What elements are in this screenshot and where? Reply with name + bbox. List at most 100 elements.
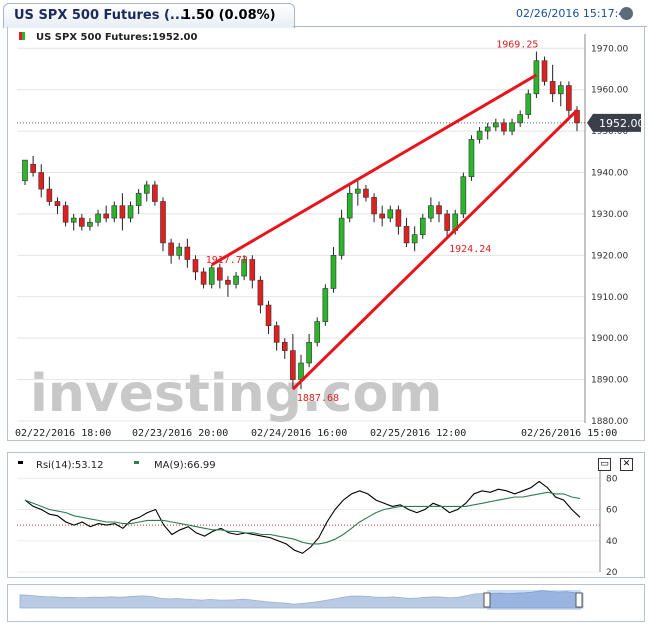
candle-body <box>62 205 69 223</box>
close-panel-button[interactable]: ✕ <box>620 458 633 471</box>
candle-body <box>517 114 523 124</box>
candle-body <box>557 85 564 95</box>
price-tick-label: 1910.00 <box>591 293 628 303</box>
candle-body <box>87 221 93 227</box>
price-tick-label: 1930.00 <box>591 210 628 220</box>
candle-body <box>168 242 174 256</box>
candle-body <box>233 275 239 285</box>
candle-body <box>30 163 36 173</box>
time-x-axis: 02/22/2016 18:00 02/23/2016 20:00 02/24/20… <box>15 428 617 439</box>
chart-svg: US SPX 500 Futures:1952.00 investing.com… <box>15 32 645 610</box>
candle-body <box>460 176 467 215</box>
candle-body <box>111 205 118 219</box>
candle-body <box>38 172 45 190</box>
upper-trendline <box>210 73 538 267</box>
candle-body <box>249 259 256 281</box>
candle-body <box>501 122 507 132</box>
candle-body <box>160 201 166 244</box>
candle-body <box>566 85 572 111</box>
candle-body <box>428 205 434 219</box>
candle-body <box>217 267 223 281</box>
candle-body <box>322 288 329 322</box>
candle-body <box>314 321 321 343</box>
price-tick-label: 1940.00 <box>591 169 628 179</box>
watermark-logo: investing.com <box>30 364 442 424</box>
candle-body <box>176 246 183 256</box>
candle-body <box>298 362 304 380</box>
candle-body <box>200 271 207 285</box>
annotation-label: 1917.72 <box>206 255 248 266</box>
price-tick-label: 1900.00 <box>591 334 628 344</box>
rsi-tick-label: 60 <box>606 506 618 516</box>
candle-body <box>411 234 418 244</box>
annotation-label: 1887.68 <box>297 393 339 404</box>
candle-body <box>143 184 150 194</box>
lower-trendline <box>291 109 579 391</box>
candle-body <box>355 188 361 194</box>
rsi-tick-label: 80 <box>606 474 618 484</box>
candle-body <box>46 188 53 202</box>
candle-body <box>444 213 450 231</box>
candle-body <box>265 304 272 327</box>
candle-body <box>338 217 345 256</box>
candle-body <box>371 197 377 215</box>
candle-body <box>387 209 394 219</box>
candle-body <box>281 342 288 351</box>
candle-body <box>549 81 556 95</box>
time-tick-label: 02/25/2016 12:00 <box>370 428 466 439</box>
candle-body <box>419 217 426 235</box>
price-tick-label: 1920.00 <box>591 251 628 261</box>
rsi-tick-label: 20 <box>606 568 618 578</box>
navigator-selection <box>487 590 581 610</box>
legend-color-up-icon <box>22 32 25 40</box>
time-tick-label: 02/26/2016 15:00 <box>521 428 617 439</box>
time-tick-label: 02/23/2016 20:00 <box>132 428 228 439</box>
price-tick-label: 1890.00 <box>591 376 628 386</box>
candle-body <box>493 122 499 128</box>
navigator-handle-right[interactable] <box>575 592 583 608</box>
candle-body <box>225 279 231 285</box>
candle-body <box>79 217 85 227</box>
candle-body <box>135 192 142 206</box>
rsi-y-axis: 20 40 60 80 <box>606 474 618 578</box>
ma-line <box>24 491 581 545</box>
candle-body <box>509 122 515 132</box>
ma-legend-swatch <box>134 461 139 464</box>
candle-body <box>127 205 134 219</box>
candle-body <box>476 130 483 140</box>
candle-body <box>306 342 312 364</box>
price-legend: US SPX 500 Futures:1952.00 <box>36 32 197 43</box>
price-tick-label: 1960.00 <box>591 86 628 96</box>
candle-body <box>484 126 491 132</box>
candle-body <box>54 201 61 206</box>
candle-body <box>363 188 369 198</box>
candle-body <box>257 279 264 306</box>
candle-body <box>273 325 280 343</box>
ma-legend: MA(9):66.99 <box>154 460 216 471</box>
navigator-handle-left[interactable] <box>483 592 491 608</box>
price-y-axis: 1880.00 1890.00 1900.00 1910.00 1920.00 1930.… <box>587 44 645 427</box>
candle-body <box>95 213 101 223</box>
candle-body <box>330 255 337 289</box>
candle-body <box>395 209 402 227</box>
candle-body <box>119 205 126 219</box>
annotation-label: 1969.25 <box>496 39 538 50</box>
navigator[interactable] <box>19 590 584 610</box>
price-marker-label: 1952.00 <box>599 117 645 130</box>
candle-body <box>346 192 353 219</box>
annotation-label: 1924.24 <box>449 244 491 255</box>
candle-body <box>184 246 191 260</box>
candle-body <box>525 93 532 115</box>
rsi-legend: Rsi(14):53.12 <box>36 460 103 471</box>
rsi-grid <box>17 468 601 573</box>
candle-body <box>152 184 158 202</box>
rsi-legend-swatch <box>18 461 23 464</box>
price-tick-label: 1970.00 <box>591 44 628 54</box>
annotations: 1917.72 1887.68 1924.24 1969.25 <box>206 39 539 404</box>
candle-body <box>22 159 28 182</box>
candle-body <box>103 213 109 219</box>
candle-body <box>403 226 410 244</box>
candle-body <box>192 259 199 273</box>
candle-body <box>208 267 215 285</box>
maximize-panel-button[interactable]: ▭ <box>598 458 611 471</box>
